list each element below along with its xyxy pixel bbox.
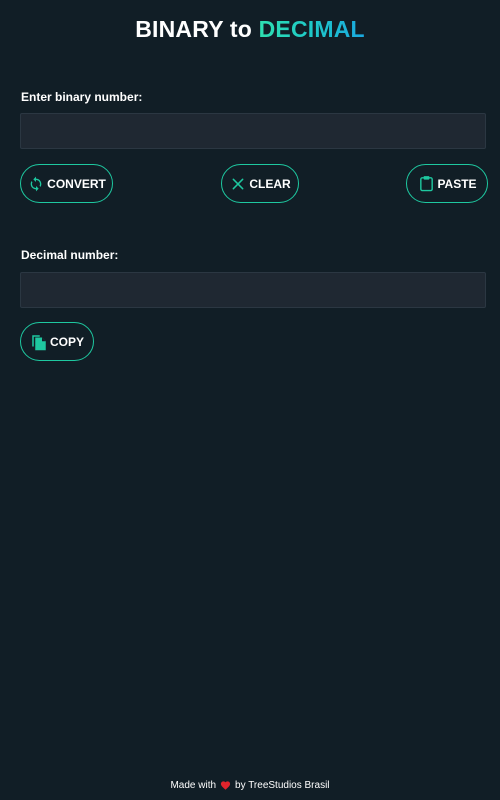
footer-by: by TreeStudios Brasil [235,780,330,791]
heart-icon [220,780,231,791]
page-title: BINARY to DECIMAL [0,16,500,43]
decimal-output[interactable] [20,272,486,308]
copy-icon [30,333,48,351]
decimal-output-label: Decimal number: [21,248,119,262]
footer-made-with: Made with [170,780,217,791]
binary-input-label: Enter binary number: [21,90,143,104]
binary-input[interactable] [20,113,486,149]
convert-button[interactable]: CONVERT [20,164,113,203]
clipboard-icon [417,175,435,193]
copy-button-label: COPY [49,334,84,349]
title-decimal: DECIMAL [258,16,365,42]
clear-button[interactable]: CLEAR [221,164,299,203]
refresh-icon [27,175,45,193]
title-binary: BINARY to [135,16,259,42]
paste-button-label: PASTE [437,176,477,191]
footer: Made with by TreeStudios Brasil [0,780,500,791]
close-icon [229,175,247,193]
copy-button[interactable]: COPY [20,322,94,361]
clear-button-label: CLEAR [249,176,291,191]
convert-button-label: CONVERT [47,176,106,191]
app-root: BINARY to DECIMAL Enter binary number: C… [0,0,500,800]
paste-button[interactable]: PASTE [406,164,488,203]
